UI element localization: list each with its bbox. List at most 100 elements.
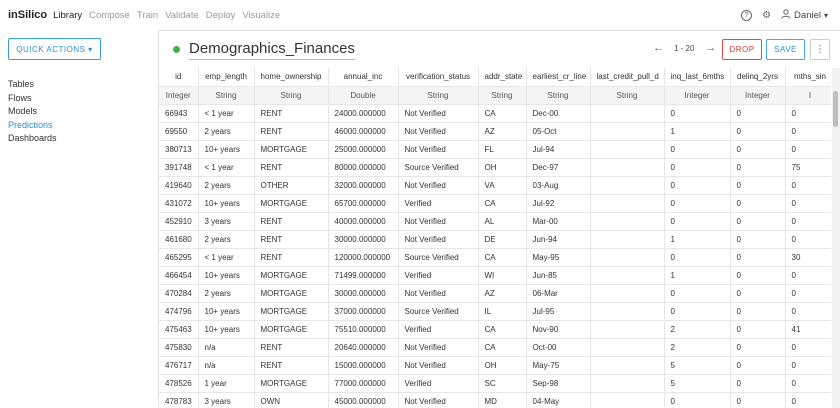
table-cell: 475463 [159,320,199,339]
column-header[interactable]: emp_length [198,68,255,87]
table-cell: RENT [254,104,329,123]
nav-train[interactable]: Train [137,10,158,21]
table-cell: MORTGAGE [254,266,329,285]
column-header[interactable]: verification_status [398,68,479,87]
table-cell: 0 [664,158,731,177]
table-cell: OTHER [254,176,329,195]
column-header[interactable]: earliest_cr_line [526,68,591,87]
table-row[interactable]: 461680 2 years RENT 30000.000000 Not Verifie… [159,230,831,249]
table-cell: 0 [664,104,731,123]
sidebar-item-dashboards[interactable]: Dashboards [8,132,57,146]
table-cell: May-75 [526,356,591,375]
table-row[interactable]: 478526 1 year MORTGAGE 77000.000000 Verified… [159,374,831,393]
main-panel: Demographics_Finances ← 1 - 20 → DROP SA… [158,30,840,408]
table-cell: 30 [785,248,831,267]
table-row[interactable]: 66943 < 1 year RENT 24000.000000 Not Verifie… [159,104,831,123]
table-cell: 0 [730,374,786,393]
table-row[interactable]: 419640 2 years OTHER 32000.000000 Not Verifi… [159,176,831,195]
sidebar-item-tables[interactable]: Tables [8,78,57,92]
sidebar-item-predictions[interactable]: Predictions [8,119,57,133]
table-row[interactable]: 452910 3 years RENT 40000.000000 Not Verifie… [159,212,831,231]
column-header[interactable]: addr_state [478,68,527,87]
table-row[interactable]: 475830 n/a RENT 20640.000000 Not Verified CA O… [159,338,831,357]
table-cell: CA [478,194,527,213]
table-cell: 45000.000000 [328,392,399,408]
table-row[interactable]: 465295 < 1 year RENT 120000.000000 Source Ve… [159,248,831,267]
table-cell: 0 [785,212,831,231]
table-row[interactable]: 476717 n/a RENT 15000.000000 Not Verified OH M… [159,356,831,375]
nav-library[interactable]: Library [53,10,82,21]
column-header[interactable]: mths_sin [785,68,831,87]
table-cell: 0 [785,122,831,141]
column-type: String [254,86,329,105]
nav-validate[interactable]: Validate [165,10,199,21]
table-cell: Verified [398,374,479,393]
table-cell: 3 years [198,212,255,231]
table-cell: 04-May [526,392,591,408]
table-cell: MORTGAGE [254,140,329,159]
table-cell: n/a [198,338,255,357]
sidebar-list: Tables Flows Models Predictions Dashboar… [8,78,57,146]
user-menu[interactable]: Daniel ▾ [781,8,828,22]
table-cell: 0 [730,104,786,123]
gear-icon[interactable]: ⚙ [762,10,771,21]
page-title[interactable]: Demographics_Finances [189,40,355,60]
table-cell: MORTGAGE [254,302,329,321]
column-header[interactable]: inq_last_6mths [664,68,731,87]
table-cell: 0 [730,212,786,231]
column-header[interactable]: last_credit_pull_d [590,68,665,87]
column-header[interactable]: delinq_2yrs [730,68,786,87]
table-cell: RENT [254,338,329,357]
column-header[interactable]: id [159,68,199,87]
table-cell: Not Verified [398,392,479,408]
table-cell: 0 [664,140,731,159]
save-button[interactable]: SAVE [766,39,805,60]
table-row[interactable]: 470284 2 years MORTGAGE 30000.000000 Not Ver… [159,284,831,303]
table-cell [590,140,665,159]
arrow-right-icon[interactable]: → [705,42,716,54]
table-cell: Not Verified [398,140,479,159]
table-cell: 0 [730,266,786,285]
sidebar-item-flows[interactable]: Flows [8,92,57,106]
column-header[interactable]: annual_inc [328,68,399,87]
scrollbar-thumb[interactable] [833,91,838,127]
user-name: Daniel [794,9,821,21]
table-cell: RENT [254,356,329,375]
table-row[interactable]: 475463 10+ years MORTGAGE 75510.000000 Verif… [159,320,831,339]
table-cell: Dec-97 [526,158,591,177]
table-row[interactable]: 391748 < 1 year RENT 80000.000000 Source Ver… [159,158,831,177]
table-cell: 10+ years [198,320,255,339]
nav-visualize[interactable]: Visualize [242,10,280,21]
table-row[interactable]: 380713 10+ years MORTGAGE 25000.000000 Not V… [159,140,831,159]
table-row[interactable]: 474796 10+ years MORTGAGE 37000.000000 Sourc… [159,302,831,321]
sidebar-item-models[interactable]: Models [8,105,57,119]
table-cell: 2 years [198,176,255,195]
table-cell: 5 [664,374,731,393]
nav-deploy[interactable]: Deploy [206,10,236,21]
table-row[interactable]: 431072 10+ years MORTGAGE 65700.000000 Verif… [159,194,831,213]
table-cell: 0 [785,284,831,303]
table-row[interactable]: 69550 2 years RENT 46000.000000 Not Verified… [159,122,831,141]
table-row[interactable]: 466454 10+ years MORTGAGE 71499.000000 Verif… [159,266,831,285]
more-options-icon[interactable]: ⋮ [810,39,830,60]
table-cell: Not Verified [398,122,479,141]
table-cell: Verified [398,320,479,339]
table-cell: 1 year [198,374,255,393]
table-cell: 0 [664,194,731,213]
help-icon[interactable]: ? [741,9,753,21]
table-cell: MD [478,392,527,408]
table-row[interactable]: 478783 3 years OWN 45000.000000 Not Verified… [159,392,831,408]
user-icon-svg [781,8,791,19]
arrow-left-icon[interactable]: ← [653,42,664,54]
table-cell: OWN [254,392,329,408]
table-cell: CA [478,338,527,357]
table-cell [590,374,665,393]
nav-compose[interactable]: Compose [89,10,130,21]
table-cell [590,356,665,375]
column-type: Integer [664,86,731,105]
quick-actions-button[interactable]: QUICK ACTIONS ▾ [8,38,101,60]
brand-logo[interactable]: inSilico [8,9,47,21]
table-cell: 05-Oct [526,122,591,141]
column-header[interactable]: home_ownership [254,68,329,87]
drop-button[interactable]: DROP [722,39,762,60]
